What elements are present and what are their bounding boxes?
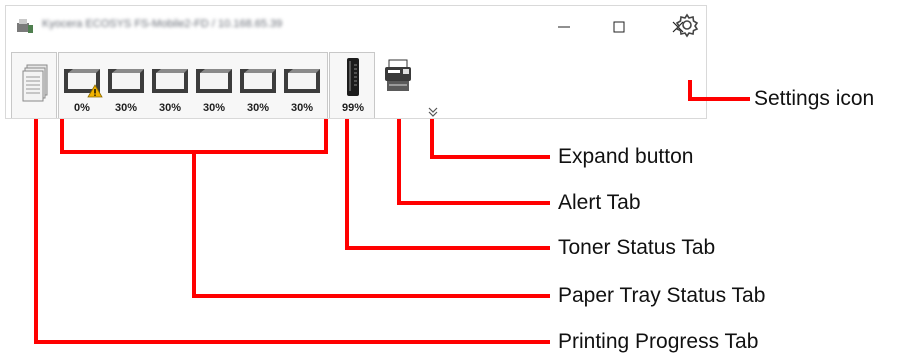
callout-line-expand [430,119,550,159]
callout-label-alert: Alert Tab [558,191,641,214]
callout-lines [34,80,750,344]
callout-label-settings: Settings icon [754,87,875,110]
callout-label-progress: Printing Progress Tab [558,330,759,353]
callout-label-expand: Expand button [558,145,694,168]
callout-line-alert [397,119,550,205]
callout-line-toner [345,119,550,250]
callout-line-paper-stem [192,150,550,298]
callout-line-progress [34,119,550,344]
callout-line-paper [60,119,328,154]
callout-label-paper: Paper Tray Status Tab [558,284,766,307]
callout-label-toner: Toner Status Tab [558,236,716,259]
callout-line-settings [688,80,750,101]
